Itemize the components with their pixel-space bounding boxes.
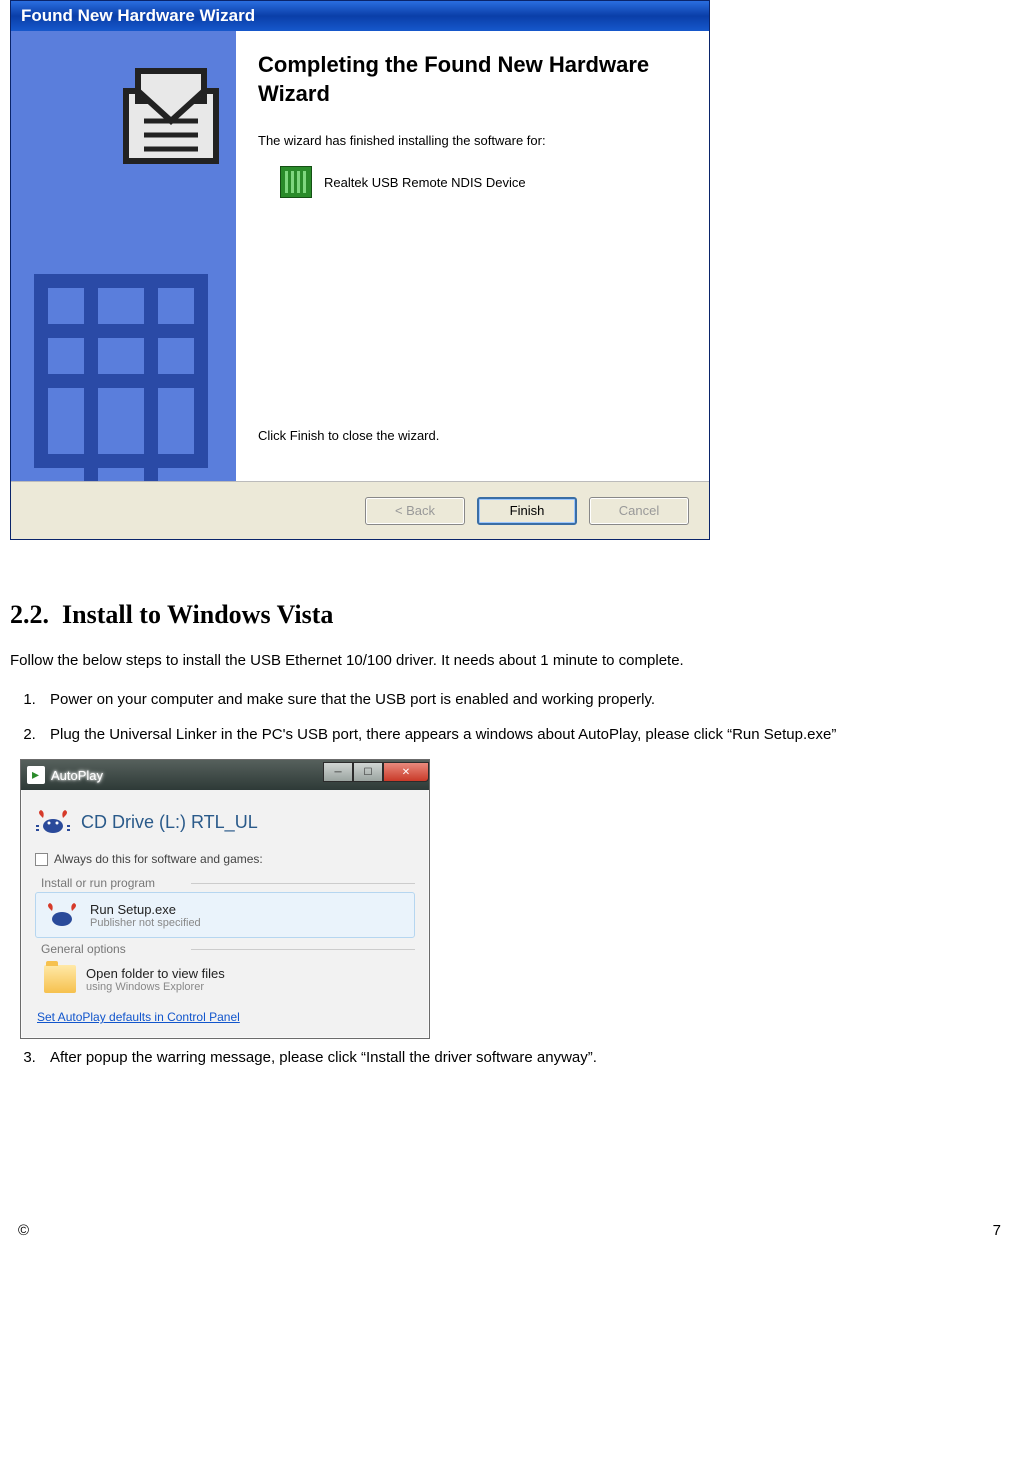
xp-body: Completing the Found New Hardware Wizard… [11, 31, 709, 481]
realtek-crab-icon [44, 899, 80, 931]
autoplay-icon [27, 766, 45, 784]
group-install-label: Install or run program [41, 876, 415, 890]
option-open-folder[interactable]: Open folder to view files using Windows … [35, 958, 415, 1000]
step-3: After popup the warring message, please … [40, 1047, 1021, 1068]
section-title: Install to Windows Vista [62, 600, 333, 629]
page-footer: © 7 [0, 1082, 1031, 1263]
cancel-button: Cancel [589, 497, 689, 525]
section-number: 2.2. [10, 600, 49, 629]
always-label: Always do this for software and games: [54, 852, 263, 866]
xp-title-text: Found New Hardware Wizard [21, 6, 255, 26]
always-do-this-row[interactable]: Always do this for software and games: [35, 852, 415, 866]
xp-device-row: Realtek USB Remote NDIS Device [280, 166, 687, 198]
autoplay-defaults-link[interactable]: Set AutoPlay defaults in Control Panel [37, 1010, 415, 1024]
section-heading: 2.2. Install to Windows Vista [10, 600, 1021, 630]
steps-list-continued: After popup the warring message, please … [10, 1047, 1021, 1068]
step-1: Power on your computer and make sure tha… [40, 689, 1021, 710]
minimize-button[interactable]: ─ [323, 762, 353, 782]
xp-heading: Completing the Found New Hardware Wizard [258, 51, 687, 108]
open-folder-title: Open folder to view files [86, 966, 225, 981]
window-buttons: ─ ☐ ✕ [323, 762, 429, 782]
close-button[interactable]: ✕ [383, 762, 429, 782]
run-setup-sub: Publisher not specified [90, 917, 201, 929]
vista-title-text: AutoPlay [51, 768, 103, 783]
steps-list: Power on your computer and make sure tha… [10, 689, 1021, 745]
vista-autoplay-window: AutoPlay ─ ☐ ✕ CD Drive ( [20, 759, 430, 1039]
back-button: < Back [365, 497, 465, 525]
document-body: 2.2. Install to Windows Vista Follow the… [0, 540, 1031, 1068]
xp-close-hint: Click Finish to close the wizard. [258, 428, 439, 443]
vista-content: CD Drive (L:) RTL_UL Always do this for … [21, 790, 429, 1038]
open-folder-sub: using Windows Explorer [86, 981, 225, 993]
xp-titlebar: Found New Hardware Wizard [11, 1, 709, 31]
maximize-button[interactable]: ☐ [353, 762, 383, 782]
section-intro: Follow the below steps to install the US… [10, 652, 1021, 669]
xp-device-name: Realtek USB Remote NDIS Device [324, 175, 526, 190]
xp-finished-text: The wizard has finished installing the s… [258, 133, 687, 148]
xp-side-graphic [11, 31, 236, 481]
xp-button-row: < Back Finish Cancel [11, 481, 709, 539]
finish-button[interactable]: Finish [477, 497, 577, 525]
always-checkbox[interactable] [35, 853, 48, 866]
xp-main-panel: Completing the Found New Hardware Wizard… [236, 31, 709, 481]
run-setup-title: Run Setup.exe [90, 902, 201, 917]
network-card-icon [280, 166, 312, 198]
folder-icon [44, 965, 76, 993]
copyright-symbol: © [18, 1222, 29, 1239]
xp-found-new-hardware-wizard: Found New Hardware Wizard Completing th [10, 0, 710, 540]
realtek-crab-icon [35, 806, 71, 838]
option-run-setup[interactable]: Run Setup.exe Publisher not specified [35, 892, 415, 938]
group-general-label: General options [41, 942, 415, 956]
drive-label: CD Drive (L:) RTL_UL [81, 812, 258, 833]
drive-header: CD Drive (L:) RTL_UL [35, 806, 415, 838]
step-2: Plug the Universal Linker in the PC's US… [40, 724, 1021, 745]
page-number: 7 [993, 1222, 1001, 1239]
vista-titlebar: AutoPlay ─ ☐ ✕ [21, 760, 429, 790]
hardware-graphic-icon [11, 31, 236, 481]
